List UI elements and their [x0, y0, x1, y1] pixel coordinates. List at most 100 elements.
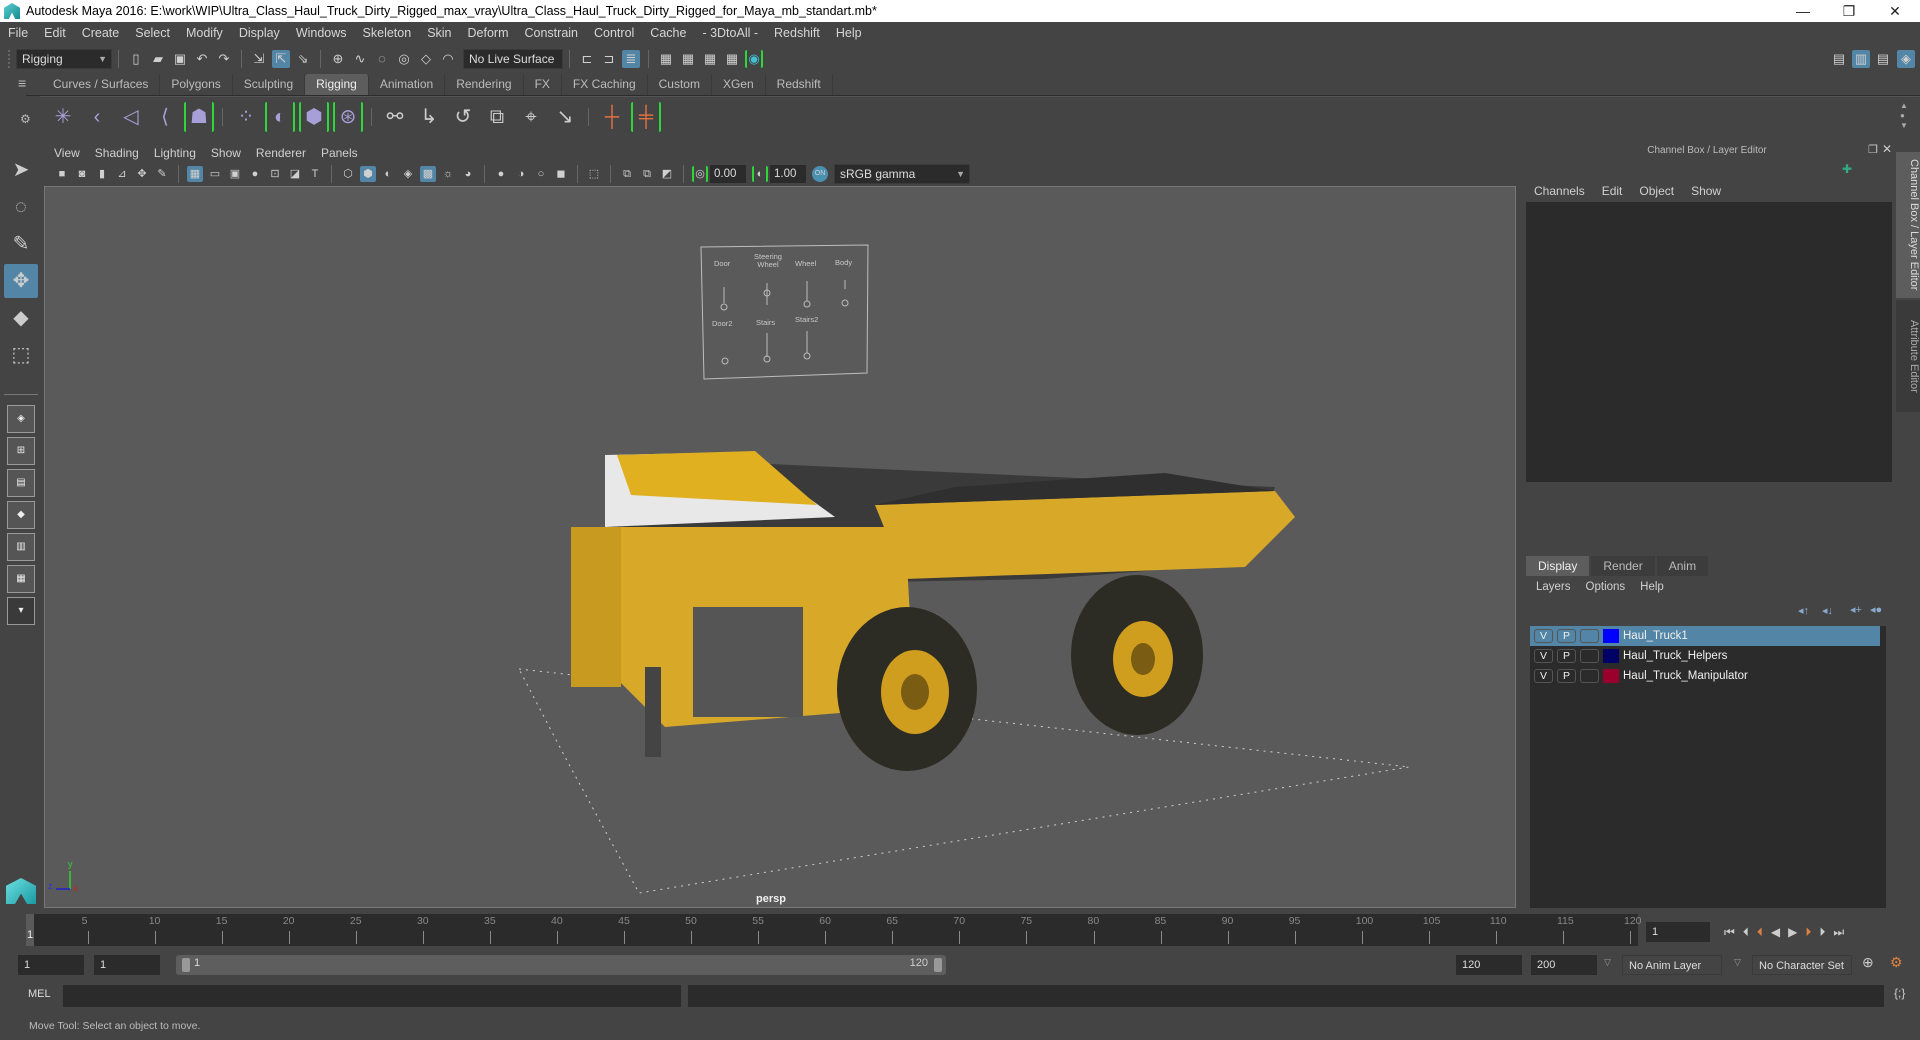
step-back-key-icon[interactable]: ⏴	[1757, 925, 1763, 940]
viewport-menu-shading[interactable]: Shading	[95, 146, 139, 160]
playback-start-field[interactable]: 1	[94, 955, 160, 975]
anim-layer-dropdown[interactable]: No Anim Layer	[1622, 955, 1722, 975]
control-label-door[interactable]: Door	[714, 259, 730, 268]
insert-joint-icon[interactable]: ‹	[82, 102, 112, 132]
go-to-start-icon[interactable]: ⏮	[1724, 925, 1735, 940]
play-backwards-icon[interactable]: ◀	[1771, 925, 1780, 939]
attribute-editor-toggle-icon[interactable]: ▥	[1852, 50, 1870, 68]
hypershade-icon[interactable]: ◉	[745, 50, 763, 68]
orient-constraint-icon[interactable]: ↺	[448, 102, 478, 132]
shadows-icon[interactable]: ◕	[460, 166, 476, 182]
gamma-icon[interactable]: ◐	[752, 166, 768, 182]
resolution-gate-icon[interactable]: ▣	[227, 166, 243, 182]
shelf-tab-animation[interactable]: Animation	[369, 74, 446, 95]
shelf-tab-polygons[interactable]: Polygons	[160, 74, 233, 95]
paint-select-tool-icon[interactable]: ✎	[4, 227, 38, 261]
visibility-toggle[interactable]: V	[1534, 629, 1553, 643]
anim-end-field[interactable]: 200	[1531, 955, 1597, 975]
safe-title-icon[interactable]: T	[307, 166, 323, 182]
step-forward-frame-icon[interactable]: ⏵	[1819, 925, 1825, 940]
rotate-tool-icon[interactable]: ◆	[4, 301, 38, 335]
viewport-menu-show[interactable]: Show	[211, 146, 241, 160]
move-layer-down-icon[interactable]: ◂↓	[1822, 604, 1833, 617]
display-type-toggle[interactable]	[1580, 629, 1599, 643]
layer-color-swatch[interactable]	[1603, 669, 1619, 683]
time-slider[interactable]: 1 5 10 15 20 25 30 35 40 45 50 55 60 65 70 75 80 85 90 95 1…	[26, 914, 1642, 946]
four-view-layout-icon[interactable]: ⊞	[7, 437, 35, 465]
snap-view-icon[interactable]: ◇	[417, 50, 435, 68]
layer-color-swatch[interactable]	[1603, 649, 1619, 663]
output-ops-icon[interactable]: ⊐	[600, 50, 618, 68]
persp-outliner-graph-layout-icon[interactable]: ▦	[7, 565, 35, 593]
field-chart-icon[interactable]: ⊡	[267, 166, 283, 182]
shelf-tab-rigging[interactable]: Rigging	[305, 74, 369, 95]
layout-menu-icon[interactable]: ▾	[7, 597, 35, 625]
scale-constraint-icon[interactable]: ⧉	[482, 102, 512, 132]
control-label-stairs2[interactable]: Stairs2	[795, 315, 818, 324]
channel-box-area[interactable]	[1526, 202, 1892, 482]
use-all-lights-icon[interactable]: ☼	[440, 166, 456, 182]
viewport-menu-panels[interactable]: Panels	[321, 146, 358, 160]
isolate-select-icon[interactable]: ⬚	[586, 166, 602, 182]
shelf-tab-xgen[interactable]: XGen	[712, 74, 766, 95]
select-hierarchy-icon[interactable]: ⇲	[250, 50, 268, 68]
menu-deform[interactable]: Deform	[468, 26, 509, 40]
scale-tool-icon[interactable]: ⬚	[4, 338, 38, 372]
control-label-steering-wheel[interactable]: Steering Wheel	[753, 253, 783, 269]
channel-box-menu-edit[interactable]: Edit	[1602, 184, 1623, 198]
aim-constraint-icon[interactable]: ⌖	[516, 102, 546, 132]
input-ops-icon[interactable]: ⊏	[578, 50, 596, 68]
layer-row[interactable]: V P Haul_Truck1	[1530, 626, 1880, 646]
camera-select-icon[interactable]: ■	[54, 166, 70, 182]
playback-toggle[interactable]: P	[1557, 669, 1576, 683]
menu-constrain[interactable]: Constrain	[525, 26, 579, 40]
display-type-toggle[interactable]	[1580, 649, 1599, 663]
layer-name[interactable]: Haul_Truck1	[1623, 630, 1688, 642]
shelf-tab-rendering[interactable]: Rendering	[445, 74, 524, 95]
image-plane-icon[interactable]: ⊿	[114, 166, 130, 182]
xray-active-icon[interactable]: ⧉	[639, 166, 655, 182]
new-scene-icon[interactable]: ▯	[127, 50, 145, 68]
chevron-down-icon[interactable]: ▽	[1734, 957, 1741, 968]
go-to-end-icon[interactable]: ⏭	[1833, 925, 1844, 940]
shelf-tab-fx-caching[interactable]: FX Caching	[562, 74, 648, 95]
select-component-icon[interactable]: ⇘	[294, 50, 312, 68]
shelf-tab-custom[interactable]: Custom	[648, 74, 712, 95]
channel-box-menu-show[interactable]: Show	[1691, 184, 1721, 198]
point-constraint-icon[interactable]: ↳	[414, 102, 444, 132]
snap-curve-icon[interactable]: ∿	[351, 50, 369, 68]
character-set-dropdown[interactable]: No Character Set	[1752, 955, 1852, 975]
tool-settings-icon[interactable]: ▤	[1874, 50, 1892, 68]
create-joints-icon[interactable]: ✳	[48, 102, 78, 132]
shelf-tab-redshift[interactable]: Redshift	[766, 74, 833, 95]
parent-constraint-icon[interactable]: ⚯	[380, 102, 410, 132]
redo-icon[interactable]: ↷	[215, 50, 233, 68]
menu-windows[interactable]: Windows	[296, 26, 347, 40]
layer-menu-layers[interactable]: Layers	[1536, 581, 1571, 593]
shelf-settings-icon[interactable]: ⚙	[20, 112, 31, 126]
layer-menu-help[interactable]: Help	[1640, 581, 1664, 593]
exposure-field[interactable]: 0.00	[710, 165, 746, 183]
wireframe-on-shaded-icon[interactable]: ◈	[400, 166, 416, 182]
playback-toggle[interactable]: P	[1557, 629, 1576, 643]
2d-pan-zoom-icon[interactable]: ✥	[134, 166, 150, 182]
menu-create[interactable]: Create	[82, 26, 120, 40]
select-object-icon[interactable]: ⇱	[272, 50, 290, 68]
snap-point-icon[interactable]: ◌	[373, 50, 391, 68]
ik-spline-icon[interactable]: ⟨	[150, 102, 180, 132]
menuset-dropdown[interactable]: Rigging ▼	[16, 49, 112, 69]
move-tool-icon[interactable]: ✥	[4, 264, 38, 298]
range-end-handle[interactable]	[934, 958, 942, 972]
restore-button[interactable]: ❐	[1826, 0, 1872, 22]
smooth-bind-icon[interactable]: ◐	[265, 101, 295, 132]
persp-graph-layout-icon[interactable]: ◆	[7, 501, 35, 529]
ik-handle-icon[interactable]: ◁	[116, 102, 146, 132]
quick-rig-icon[interactable]: ☗	[184, 101, 214, 132]
layer-row[interactable]: V P Haul_Truck_Manipulator	[1530, 666, 1886, 686]
bind-skin-icon[interactable]: ⁘	[231, 102, 261, 132]
undo-icon[interactable]: ↶	[193, 50, 211, 68]
snap-live-icon[interactable]: ◠	[439, 50, 457, 68]
shelf-tab-curves-surfaces[interactable]: Curves / Surfaces	[42, 74, 161, 95]
command-input[interactable]	[63, 985, 681, 1007]
screen-space-ao-icon[interactable]: ●	[493, 166, 509, 182]
